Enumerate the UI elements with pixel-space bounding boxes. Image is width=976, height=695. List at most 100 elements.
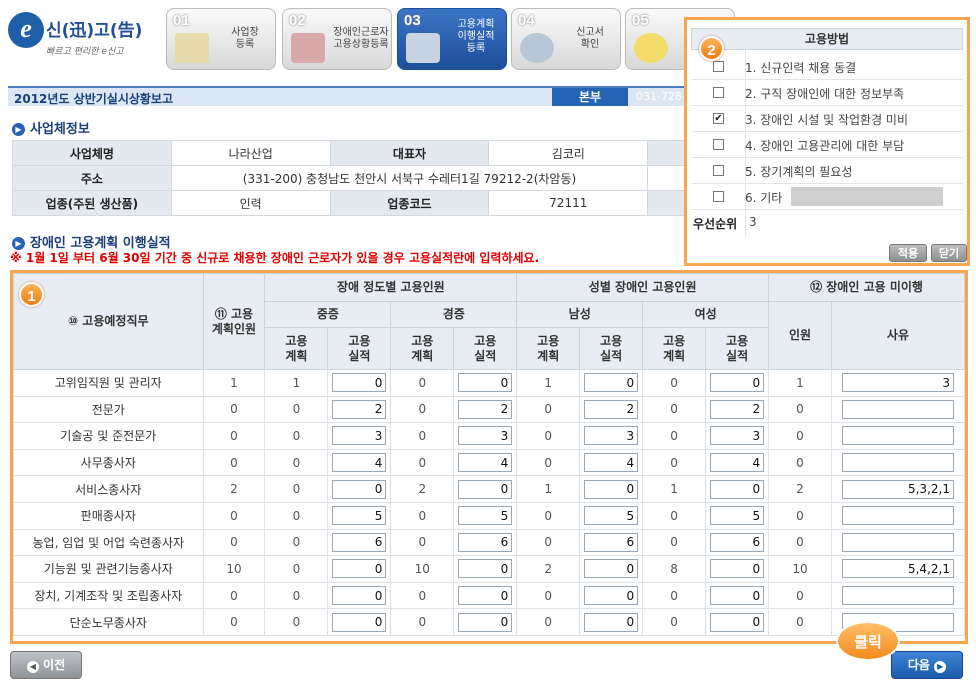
option-checkbox[interactable]: ✔ xyxy=(713,113,724,124)
actual-input-fa[interactable] xyxy=(710,479,765,499)
actual-input-ma[interactable] xyxy=(458,612,513,632)
actual-input-sa[interactable] xyxy=(332,532,387,552)
cell-sp: 0 xyxy=(264,501,329,530)
close-button[interactable]: 닫기 xyxy=(931,244,967,262)
apply-button[interactable]: 적용 xyxy=(889,244,927,262)
actual-input-fa[interactable] xyxy=(710,586,765,606)
actual-input-reason[interactable] xyxy=(841,586,954,606)
popup-option-4: 4. 장애인 고용관리에 대한 부담 xyxy=(691,132,963,158)
option-checkbox[interactable] xyxy=(713,87,724,98)
actual-input-sa[interactable] xyxy=(332,373,387,393)
cell-sa xyxy=(327,608,392,636)
app-root: e 신(迅)고(告) 빠르고 편리한 e신고 01 사업장 등록 02 장애인근… xyxy=(0,0,976,695)
actual-input-ha[interactable] xyxy=(584,532,639,552)
actual-input-sa[interactable] xyxy=(332,559,387,579)
actual-input-ma[interactable] xyxy=(458,373,513,393)
cell-sp: 0 xyxy=(264,555,329,583)
actual-input-fa[interactable] xyxy=(710,426,765,446)
cell-job: 기능원 및 관련기능종사자 xyxy=(13,555,204,583)
actual-input-sa[interactable] xyxy=(332,479,387,499)
actual-input-reason[interactable] xyxy=(841,479,954,499)
option-checkbox[interactable] xyxy=(713,61,724,72)
actual-input-ha[interactable] xyxy=(584,506,639,526)
actual-input-sa[interactable] xyxy=(332,586,387,606)
actual-input-reason[interactable] xyxy=(841,399,954,419)
table-row: 판매종사자000000 xyxy=(13,501,966,530)
cell-ma xyxy=(453,608,518,636)
actual-input-ha[interactable] xyxy=(584,373,639,393)
dept-phone: 031-728- xyxy=(636,90,686,103)
cell-fp: 8 xyxy=(642,555,707,583)
cell-sp: 0 xyxy=(264,528,329,557)
cell-job: 단순노무종사자 xyxy=(13,608,204,636)
actual-input-ha[interactable] xyxy=(584,426,639,446)
actual-input-reason[interactable] xyxy=(841,426,954,446)
step-tab-02[interactable]: 02 장애인근로자 고용상황등록 xyxy=(282,8,392,70)
magnifier-icon xyxy=(520,33,554,63)
actual-input-ha[interactable] xyxy=(584,612,639,632)
header-female: 여성 xyxy=(642,301,770,328)
cell-ha xyxy=(579,422,644,450)
actual-input-ha[interactable] xyxy=(584,479,639,499)
actual-input-sa[interactable] xyxy=(332,612,387,632)
cell-cnt: 0 xyxy=(768,448,832,477)
actual-input-reason[interactable] xyxy=(841,532,954,552)
cell-plan: 0 xyxy=(202,395,266,424)
option-checkbox[interactable] xyxy=(713,191,724,202)
table-row: 고위임직원 및 관리자110101 xyxy=(13,369,966,397)
actual-input-fa[interactable] xyxy=(710,559,765,579)
other-reason-input[interactable] xyxy=(791,187,943,206)
actual-input-fa[interactable] xyxy=(710,399,765,419)
cell-fp: 0 xyxy=(642,501,707,530)
cell-plan: 1 xyxy=(202,369,266,397)
actual-input-ma[interactable] xyxy=(458,399,513,419)
cell-ma xyxy=(453,395,518,424)
folder-icon xyxy=(175,33,209,63)
option-checkbox[interactable] xyxy=(713,139,724,150)
actual-input-ma[interactable] xyxy=(458,453,513,473)
cell-mp: 10 xyxy=(390,555,455,583)
actual-input-fa[interactable] xyxy=(710,532,765,552)
actual-input-fa[interactable] xyxy=(710,453,765,473)
cell-hp: 2 xyxy=(516,555,581,583)
actual-input-sa[interactable] xyxy=(332,453,387,473)
actual-input-ha[interactable] xyxy=(584,399,639,419)
actual-input-ha[interactable] xyxy=(584,453,639,473)
actual-input-fa[interactable] xyxy=(710,373,765,393)
cell-reason xyxy=(830,395,966,424)
actual-input-sa[interactable] xyxy=(332,399,387,419)
lightbulb-icon xyxy=(634,33,668,63)
cell-plan: 0 xyxy=(202,528,266,557)
actual-input-sa[interactable] xyxy=(332,426,387,446)
cell-fp: 0 xyxy=(642,581,707,610)
actual-input-fa[interactable] xyxy=(710,612,765,632)
actual-input-ma[interactable] xyxy=(458,586,513,606)
header-gactual: 고용실적 xyxy=(453,327,518,370)
header-degree: 장애 정도별 고용인원 xyxy=(264,273,518,302)
prev-button[interactable]: ◀ 이전 xyxy=(10,651,82,679)
cell-job: 서비스종사자 xyxy=(13,475,204,503)
actual-input-ma[interactable] xyxy=(458,532,513,552)
actual-input-ma[interactable] xyxy=(458,426,513,446)
priority-value[interactable]: 3 xyxy=(749,215,757,229)
step-tab-01[interactable]: 01 사업장 등록 xyxy=(166,8,276,70)
actual-input-ha[interactable] xyxy=(584,559,639,579)
actual-input-ma[interactable] xyxy=(458,506,513,526)
actual-input-ma[interactable] xyxy=(458,479,513,499)
cell-fa xyxy=(705,581,770,610)
actual-input-sa[interactable] xyxy=(332,506,387,526)
actual-input-reason[interactable] xyxy=(841,559,954,579)
actual-input-reason[interactable] xyxy=(841,453,954,473)
actual-input-ha[interactable] xyxy=(584,586,639,606)
actual-input-reason[interactable] xyxy=(841,506,954,526)
actual-input-ma[interactable] xyxy=(458,559,513,579)
cell-ma xyxy=(453,501,518,530)
actual-input-reason[interactable] xyxy=(841,373,954,393)
cell-job: 장치, 기계조작 및 조립종사자 xyxy=(13,581,204,610)
actual-input-fa[interactable] xyxy=(710,506,765,526)
step-tab-03[interactable]: 03 고용계획 이행실적 등록 xyxy=(397,8,507,70)
next-button[interactable]: 다음 ▶ xyxy=(891,651,963,679)
step-tab-04[interactable]: 04 신고서 확인 xyxy=(511,8,621,70)
option-checkbox[interactable] xyxy=(713,165,724,176)
mouse-icon xyxy=(406,33,440,63)
